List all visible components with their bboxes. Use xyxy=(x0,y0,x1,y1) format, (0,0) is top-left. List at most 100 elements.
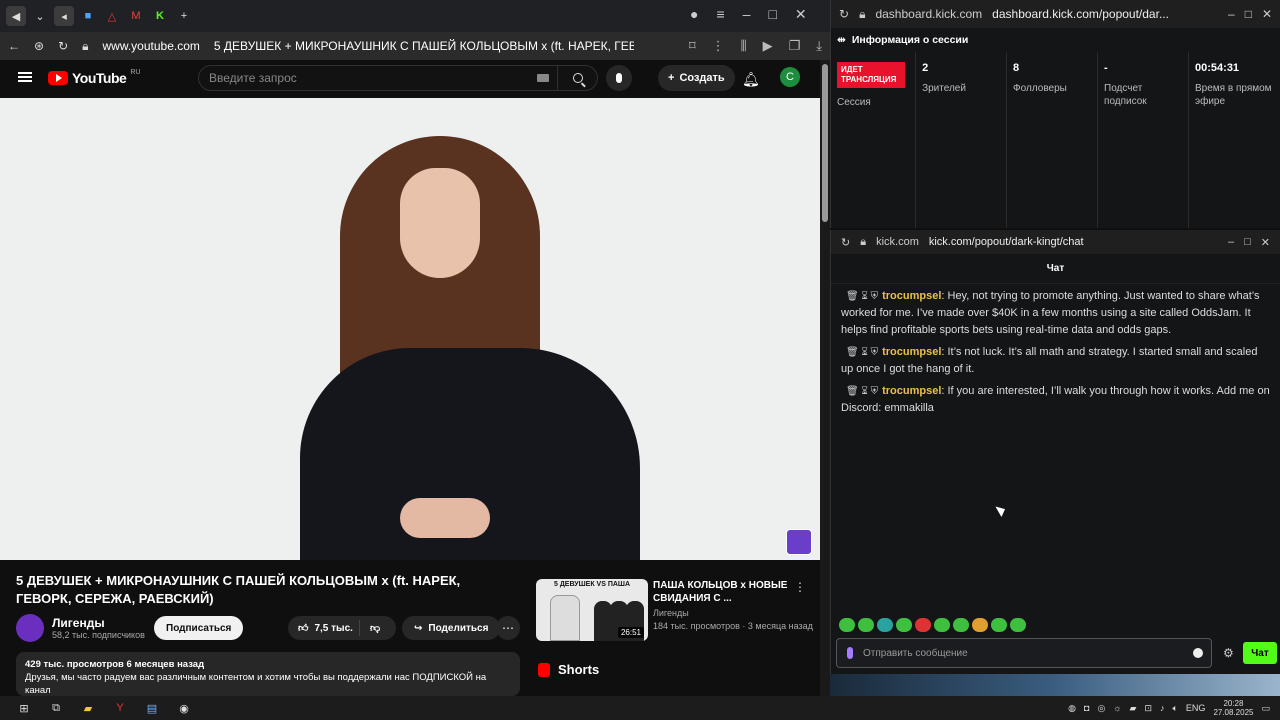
page-scrollbar[interactable] xyxy=(820,60,830,696)
chat-message-input[interactable]: Отправить сообщение xyxy=(836,638,1212,668)
shield-icon[interactable]: ⊛ xyxy=(34,39,44,53)
file-explorer-icon[interactable]: ▰ xyxy=(80,700,96,716)
moderation-icons[interactable]: 🗑︎ ⏳︎ ⛨ xyxy=(846,347,878,358)
warning-tab-icon[interactable]: △ xyxy=(102,6,122,26)
tray-app-icon[interactable]: ◍ xyxy=(1068,703,1076,714)
address-domain[interactable]: dashboard.kick.com xyxy=(875,7,982,21)
new-tab-icon[interactable]: + xyxy=(174,6,194,26)
channel-info[interactable]: Лигенды 58,2 тыс. подписчиков xyxy=(16,614,145,642)
tray-gpu-icon[interactable]: ▰ xyxy=(1130,703,1137,714)
emote-icon[interactable] xyxy=(896,618,912,632)
close-icon[interactable]: ✕ xyxy=(795,6,807,23)
voice-search-button[interactable] xyxy=(606,65,632,91)
more-actions-button[interactable]: ⋯ xyxy=(496,616,520,640)
reload-icon[interactable]: ↻ xyxy=(841,236,850,249)
emote-icon[interactable] xyxy=(877,618,893,632)
moderation-icons[interactable]: 🗑︎ ⏳︎ ⛨ xyxy=(846,386,878,397)
messenger-tab-icon[interactable]: ■ xyxy=(78,6,98,26)
close-icon[interactable]: ✕ xyxy=(1261,236,1270,249)
keyboard-icon[interactable] xyxy=(537,74,549,82)
emote-icon[interactable] xyxy=(972,618,988,632)
chat-username[interactable]: trocumpsel xyxy=(882,385,941,397)
subscribe-button[interactable]: Подписаться xyxy=(154,616,244,640)
channel-name[interactable]: Лигенды xyxy=(52,616,145,630)
yandex-browser-icon[interactable]: Y xyxy=(112,700,128,716)
minimize-icon[interactable]: – xyxy=(743,6,751,22)
tray-game-icon[interactable]: ◘ xyxy=(1084,703,1089,713)
microphone-icon[interactable] xyxy=(847,647,853,659)
hamburger-menu-icon[interactable] xyxy=(18,72,32,82)
maximize-icon[interactable]: □ xyxy=(1245,7,1252,21)
tray-settings-icon[interactable]: ☼ xyxy=(1113,703,1121,713)
emoji-icon[interactable] xyxy=(1193,648,1203,658)
emote-icon[interactable] xyxy=(839,618,855,632)
windows-start-icon[interactable]: ⊞ xyxy=(16,700,32,716)
obs-icon[interactable]: ◉ xyxy=(176,700,192,716)
emote-icon[interactable] xyxy=(1010,618,1026,632)
close-icon[interactable]: ✕ xyxy=(1262,7,1272,21)
channel-avatar[interactable] xyxy=(16,614,44,642)
equalizer-icon[interactable]: ⫼ xyxy=(741,38,747,54)
chat-settings-gear-icon[interactable]: ⚙ xyxy=(1223,646,1234,660)
youtube-logo[interactable]: YouTube RU xyxy=(48,69,140,86)
maximize-icon[interactable]: □ xyxy=(1244,236,1251,248)
reload-icon[interactable]: ↻ xyxy=(839,7,849,21)
reload-icon[interactable]: ↻ xyxy=(58,39,68,53)
notifications-bell-icon[interactable]: 🔔︎ xyxy=(742,71,760,88)
bookmark-icon[interactable]: ⌑ xyxy=(689,38,696,54)
video-description[interactable]: 429 тыс. просмотров 6 месяцев назад Друз… xyxy=(16,652,520,696)
video-player[interactable] xyxy=(0,98,820,560)
recommended-title[interactable]: ПАША КОЛЬЦОВ x НОВЫЕ СВИДАНИЯ С ... xyxy=(653,579,788,605)
tab-list-chevron-icon[interactable]: ⌄ xyxy=(30,6,50,26)
system-clock[interactable]: 20:28 27.08.2025 xyxy=(1213,699,1253,717)
chat-send-button[interactable]: Чат xyxy=(1243,642,1277,664)
address-bar[interactable]: ← ⊛ ↻ 🔒︎ www.youtube.com 5 ДЕВУШЕК + МИК… xyxy=(0,32,830,60)
emote-icon[interactable] xyxy=(915,618,931,632)
chat-address-bar[interactable]: ↻ 🔒︎ kick.com kick.com/popout/dark-kingt… xyxy=(831,230,1280,254)
scrollbar-thumb[interactable] xyxy=(822,64,828,222)
channel-watermark-icon[interactable] xyxy=(786,529,812,555)
emote-icon[interactable] xyxy=(953,618,969,632)
collections-icon[interactable]: ❐ xyxy=(789,38,801,54)
tray-speaker-icon[interactable]: 🔈︎ xyxy=(1173,703,1178,714)
menu-icon[interactable]: ≡ xyxy=(716,6,724,22)
emote-icon[interactable] xyxy=(858,618,874,632)
screenshot-icon[interactable]: ▶ xyxy=(763,38,773,54)
notifications-icon[interactable]: ▭ xyxy=(1261,703,1270,714)
emote-icon[interactable] xyxy=(934,618,950,632)
dashboard-address-bar[interactable]: ↻ 🔒︎ dashboard.kick.com dashboard.kick.c… xyxy=(831,0,1280,28)
download-icon[interactable]: ⤓ xyxy=(816,38,822,54)
moderation-icons[interactable]: 🗑︎ ⏳︎ ⛨ xyxy=(846,291,878,302)
input-language[interactable]: ENG xyxy=(1186,703,1206,713)
like-button[interactable]: 👍︎ 7,5 тыс. xyxy=(288,620,360,636)
minimize-icon[interactable]: – xyxy=(1228,236,1234,248)
maximize-icon[interactable]: □ xyxy=(768,6,776,22)
recommended-thumbnail[interactable]: 5 ДЕВУШЕК VS ПАША 26:51 xyxy=(536,579,648,641)
minimize-icon[interactable]: – xyxy=(1228,7,1235,21)
chat-username[interactable]: trocumpsel xyxy=(882,346,941,358)
kick-tab-icon[interactable]: K xyxy=(150,6,170,26)
tray-mic-icon[interactable]: ♪ xyxy=(1160,703,1165,713)
tray-steam-icon[interactable]: ◎ xyxy=(1097,703,1105,714)
back-icon[interactable]: ← xyxy=(8,39,20,53)
emote-icon[interactable] xyxy=(991,618,1007,632)
address-domain[interactable]: www.youtube.com xyxy=(103,39,200,53)
create-button[interactable]: + Создать xyxy=(658,65,735,91)
muted-tab-icon[interactable]: ◂ xyxy=(54,6,74,26)
search-button[interactable] xyxy=(557,65,597,91)
chat-username[interactable]: trocumpsel xyxy=(882,290,941,302)
profile-icon[interactable]: ● xyxy=(690,6,698,22)
gmail-tab-icon[interactable]: M xyxy=(126,6,146,26)
address-url[interactable]: kick.com/popout/dark-kingt/chat xyxy=(929,236,1084,248)
speaker-tab-icon[interactable]: ◀ xyxy=(6,6,26,26)
account-avatar[interactable]: С xyxy=(780,67,800,87)
task-view-icon[interactable]: ⧉ xyxy=(48,700,64,716)
search-input[interactable]: Введите запрос xyxy=(198,65,598,91)
recommended-more-icon[interactable]: ⋮ xyxy=(794,580,806,594)
more-vertical-icon[interactable]: ⋮ xyxy=(712,38,725,54)
dislike-button[interactable]: 👎︎ xyxy=(360,622,380,634)
address-url[interactable]: dashboard.kick.com/popout/dar... xyxy=(992,7,1169,21)
share-button[interactable]: ↪ Поделиться xyxy=(402,616,501,640)
recommended-channel[interactable]: Лигенды xyxy=(653,608,689,618)
notepad-icon[interactable]: ▤ xyxy=(144,700,160,716)
